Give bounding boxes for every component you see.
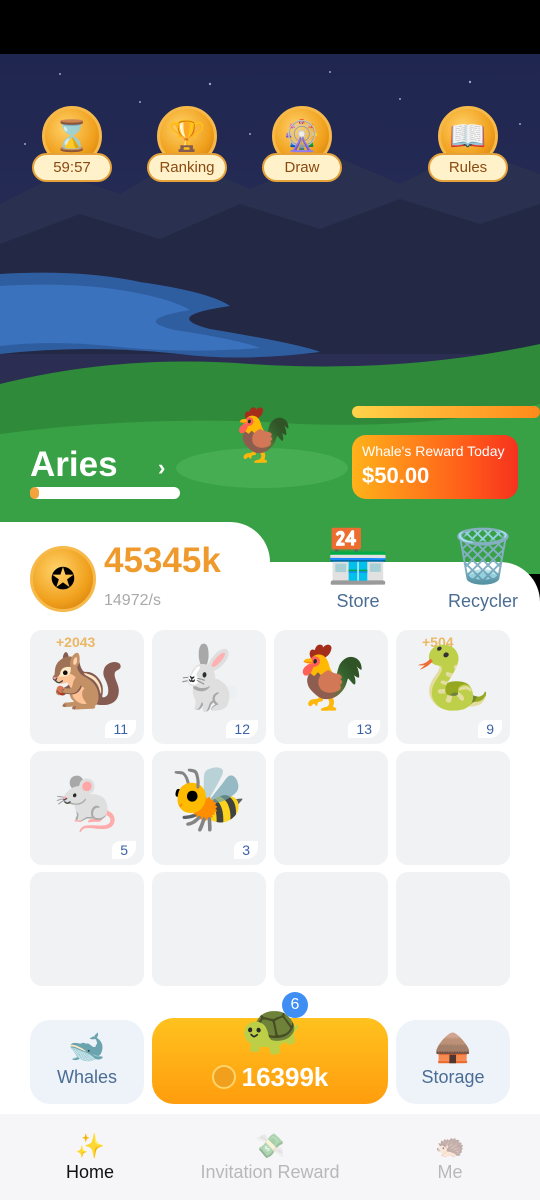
empty-cell[interactable] bbox=[396, 872, 510, 986]
coin-icon: ✪ bbox=[30, 546, 96, 612]
rules-label: Rules bbox=[428, 153, 508, 182]
zodiac-sign-name[interactable]: Aries bbox=[30, 445, 118, 485]
ranking-label: Ranking bbox=[147, 153, 227, 182]
hut-icon: 🛖 bbox=[434, 1031, 472, 1064]
chipmunk-icon: 🐿️ bbox=[48, 644, 126, 713]
timer-label: 59:57 bbox=[32, 153, 112, 182]
nav-invite-label: Invitation Reward bbox=[200, 1162, 340, 1182]
buy-count-badge: 6 bbox=[282, 992, 308, 1018]
empty-cell[interactable] bbox=[274, 872, 388, 986]
grid-cell[interactable]: 🐁 5 bbox=[30, 751, 144, 865]
empty-cell[interactable] bbox=[152, 872, 266, 986]
buy-price: 16399k bbox=[152, 1062, 388, 1093]
store-icon: 🏪 bbox=[325, 528, 391, 586]
cell-level: 9 bbox=[478, 720, 502, 738]
status-bar bbox=[0, 0, 540, 54]
reward-title: Whale's Reward Today bbox=[362, 443, 505, 459]
grid-cell[interactable]: +504 🐍 9 bbox=[396, 630, 510, 744]
buy-animal-button[interactable]: 🐢 6 16399k bbox=[152, 992, 388, 1104]
storage-label: Storage bbox=[421, 1067, 485, 1087]
money-icon: 💸 bbox=[255, 1133, 285, 1160]
whale-icon: 🐋 bbox=[68, 1031, 106, 1064]
profile-icon: 🦔 bbox=[435, 1133, 465, 1160]
recycler-label: Recycler bbox=[447, 591, 518, 611]
sign-progress-fill bbox=[30, 487, 39, 499]
rules-button[interactable]: 📖 Rules bbox=[428, 54, 508, 186]
draw-button[interactable]: 🎡 Draw bbox=[262, 54, 342, 186]
whales-label: Whales bbox=[56, 1067, 118, 1087]
coin-balance: 45345k bbox=[104, 541, 221, 580]
ranking-button[interactable]: 🏆 Ranking bbox=[147, 54, 227, 186]
snake-icon: 🐍 bbox=[414, 644, 492, 713]
trash-bin-icon: 🗑️ bbox=[450, 528, 516, 586]
grid-cell[interactable]: 🐝 3 bbox=[152, 751, 266, 865]
cell-level: 3 bbox=[234, 841, 258, 859]
cell-level: 13 bbox=[348, 720, 380, 738]
home-sparkle-icon: ✨ bbox=[75, 1133, 105, 1160]
chevron-right-icon[interactable]: › bbox=[158, 455, 165, 481]
coin-icon bbox=[211, 1065, 236, 1089]
empty-cell[interactable] bbox=[274, 751, 388, 865]
whale-reward-card[interactable]: Whale's Reward Today $50.00 bbox=[352, 435, 518, 499]
sign-progress-bar bbox=[30, 487, 180, 499]
mouse-icon: 🐁 bbox=[48, 765, 126, 834]
buy-price-value: 16399k bbox=[241, 1062, 329, 1092]
reward-value: $50.00 bbox=[362, 463, 430, 488]
nav-invitation-reward[interactable]: 💸 Invitation Reward bbox=[185, 1132, 355, 1183]
reward-sign-rod bbox=[352, 406, 540, 418]
bottom-navigation: ✨ Home 💸 Invitation Reward 🦔 Me bbox=[0, 1114, 540, 1200]
cell-level: 12 bbox=[226, 720, 258, 738]
store-label: Store bbox=[336, 591, 380, 611]
bee-icon: 🐝 bbox=[170, 765, 248, 834]
store-button[interactable]: 🏪 Store bbox=[303, 525, 413, 612]
cell-level: 11 bbox=[105, 720, 136, 738]
empty-cell[interactable] bbox=[30, 872, 144, 986]
rabbit-icon: 🐇 bbox=[170, 644, 248, 713]
nav-me[interactable]: 🦔 Me bbox=[420, 1132, 480, 1183]
nav-home[interactable]: ✨ Home bbox=[50, 1132, 130, 1183]
draw-label: Draw bbox=[262, 153, 342, 182]
grid-cell[interactable]: 🐓 13 bbox=[274, 630, 388, 744]
empty-cell[interactable] bbox=[396, 751, 510, 865]
whales-button[interactable]: 🐋 Whales bbox=[30, 1020, 144, 1104]
timer-button[interactable]: ⌛ 59:57 bbox=[32, 54, 112, 186]
rooster-icon: 🐓 bbox=[292, 644, 370, 713]
grid-cell[interactable]: +2043 🐿️ 11 bbox=[30, 630, 144, 744]
storage-button[interactable]: 🛖 Storage bbox=[396, 1020, 510, 1104]
grid-cell[interactable]: 🐇 12 bbox=[152, 630, 266, 744]
recycler-button[interactable]: 🗑️ Recycler bbox=[428, 525, 538, 612]
nav-me-label: Me bbox=[437, 1162, 463, 1182]
coin-rate: 14972/s bbox=[104, 592, 161, 609]
cell-level: 5 bbox=[112, 841, 136, 859]
nav-home-label: Home bbox=[65, 1162, 114, 1182]
rooster-character[interactable]: 🐓 bbox=[230, 405, 295, 466]
